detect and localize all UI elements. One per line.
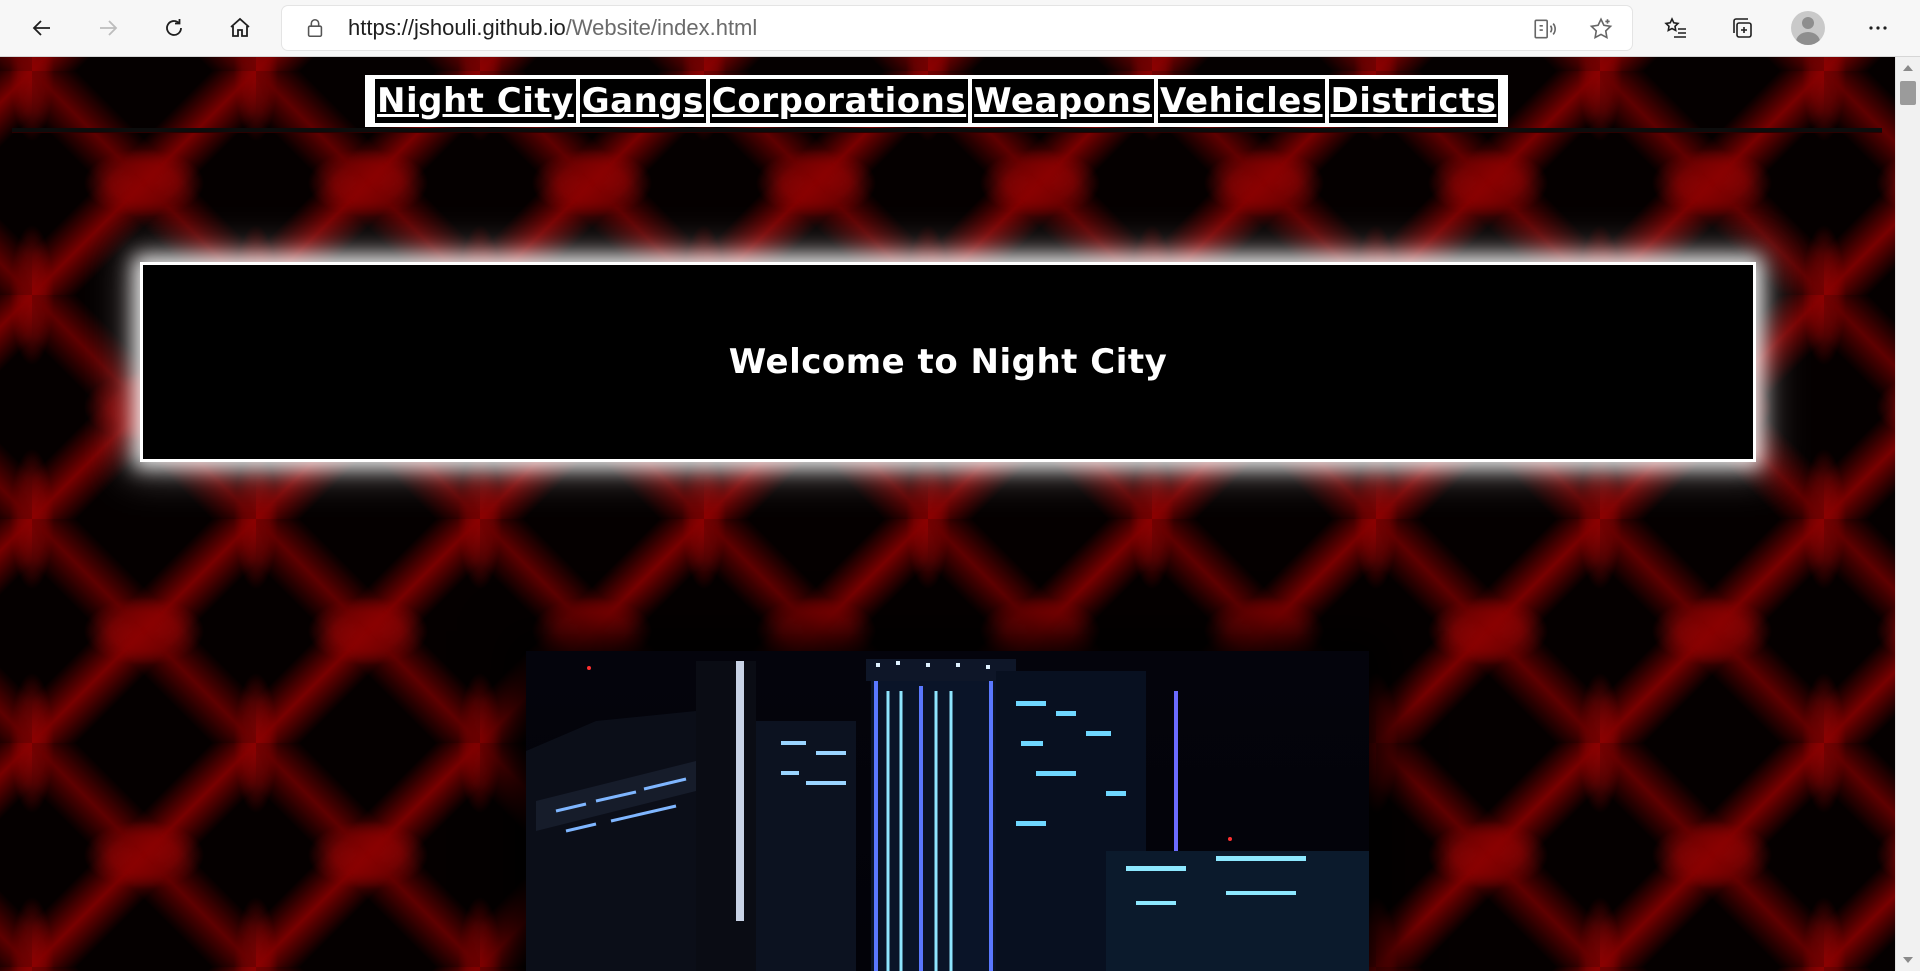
scroll-thumb[interactable] xyxy=(1900,81,1916,105)
nav-vehicles[interactable]: Vehicles xyxy=(1158,79,1325,123)
back-button[interactable] xyxy=(22,9,62,47)
profile-avatar[interactable] xyxy=(1791,11,1825,45)
nav-districts[interactable]: Districts xyxy=(1328,79,1499,123)
more-icon xyxy=(1869,26,1887,30)
night-city-image xyxy=(526,651,1369,971)
welcome-banner: Welcome to Night City xyxy=(140,262,1756,462)
url-text[interactable]: https://jshouli.github.io/Website/index.… xyxy=(348,6,757,50)
lock-icon[interactable] xyxy=(304,17,326,39)
vertical-scrollbar[interactable] xyxy=(1895,57,1920,971)
scroll-down-icon[interactable] xyxy=(1903,957,1913,963)
nav-night-city[interactable]: Night City xyxy=(375,79,576,123)
nav-gangs[interactable]: Gangs xyxy=(579,79,706,123)
refresh-button[interactable] xyxy=(154,9,194,47)
browser-toolbar: https://jshouli.github.io/Website/index.… xyxy=(0,0,1920,57)
collections-icon xyxy=(1733,18,1752,38)
collections-button[interactable] xyxy=(1722,9,1762,47)
header-divider xyxy=(12,128,1882,132)
url-host: https://jshouli.github.io xyxy=(348,15,566,40)
favorites-list-icon xyxy=(1664,17,1686,38)
home-icon xyxy=(230,17,250,37)
page-viewport: Night City Gangs Corporations Weapons Ve… xyxy=(0,57,1895,971)
forward-icon xyxy=(100,20,118,36)
welcome-title: Welcome to Night City xyxy=(728,342,1168,382)
main-nav: Night City Gangs Corporations Weapons Ve… xyxy=(365,75,1509,127)
favorite-star-icon[interactable] xyxy=(1588,16,1614,42)
nav-corporations[interactable]: Corporations xyxy=(709,79,969,123)
forward-button[interactable] xyxy=(88,9,128,47)
url-path: /Website/index.html xyxy=(565,15,758,40)
more-button[interactable] xyxy=(1858,9,1898,47)
address-bar[interactable]: https://jshouli.github.io/Website/index.… xyxy=(282,6,1632,50)
scroll-up-icon[interactable] xyxy=(1903,65,1913,71)
read-aloud-icon[interactable] xyxy=(1532,16,1558,42)
nav-weapons[interactable]: Weapons xyxy=(972,79,1155,123)
home-button[interactable] xyxy=(220,9,260,47)
back-icon xyxy=(32,20,50,36)
favorites-list-button[interactable] xyxy=(1656,9,1696,47)
refresh-icon xyxy=(166,19,182,36)
